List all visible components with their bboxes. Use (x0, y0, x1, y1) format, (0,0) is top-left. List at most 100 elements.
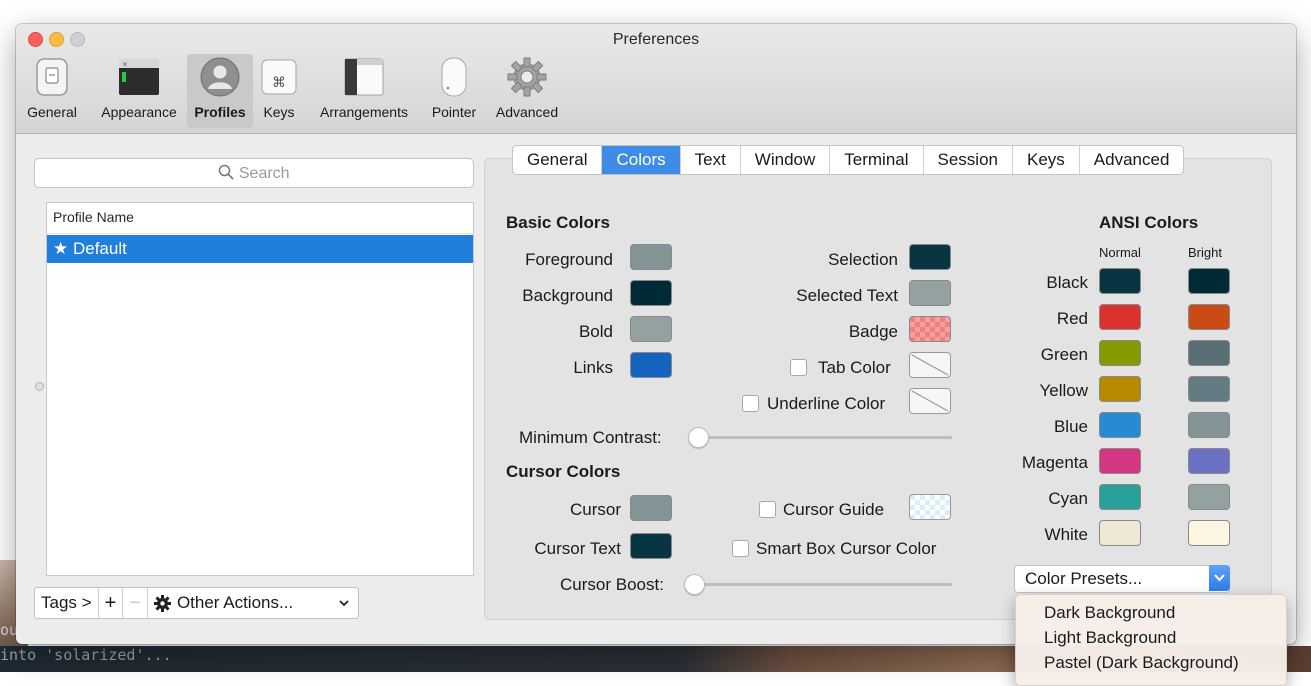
other-actions-menu[interactable]: Other Actions... (148, 588, 358, 618)
underline-color-label: Underline Color (767, 394, 886, 413)
toolbar-label: Keys (263, 104, 295, 120)
toolbar-arrangements[interactable]: Arrangements (309, 54, 419, 128)
ansi-normal-color-well[interactable] (1099, 268, 1141, 294)
tab-color-well-disabled[interactable] (909, 352, 951, 378)
selection-color-well[interactable] (909, 244, 951, 270)
ansi-bright-color-well[interactable] (1188, 376, 1230, 402)
toolbar-label: Profiles (194, 104, 246, 120)
ansi-bright-color-well[interactable] (1188, 304, 1230, 330)
smart-box-cursor-label: Smart Box Cursor Color (756, 539, 937, 558)
minimum-contrast-knob[interactable] (688, 427, 709, 448)
toolbar-label: Advanced (495, 104, 559, 120)
command-key-icon: ⌘ (256, 54, 302, 100)
ansi-normal-color-well[interactable] (1099, 520, 1141, 546)
links-color-well[interactable] (630, 352, 672, 378)
menu-item-dark-background[interactable]: Dark Background (1044, 603, 1175, 623)
color-presets-menu: Dark Background Light Background Pastel … (1015, 594, 1287, 686)
column-header-profile-name[interactable]: Profile Name (53, 209, 134, 225)
ansi-normal-color-well[interactable] (1099, 340, 1141, 366)
toolbar-general[interactable]: General (18, 54, 86, 128)
cursor-guide-checkbox[interactable] (759, 501, 776, 518)
minimum-contrast-slider[interactable] (692, 436, 952, 439)
ansi-row-label: White (1044, 525, 1088, 544)
cursor-text-label: Cursor Text (534, 539, 621, 558)
tab-advanced[interactable]: Advanced (1080, 146, 1184, 174)
ansi-row-label: Red (1056, 309, 1088, 328)
tab-terminal[interactable]: Terminal (830, 146, 924, 174)
ansi-row-label: Black (1046, 273, 1088, 292)
header-divider (47, 233, 473, 234)
ansi-bright-color-well[interactable] (1188, 448, 1230, 474)
cursor-boost-knob[interactable] (684, 574, 705, 595)
selected-text-color-well[interactable] (909, 280, 951, 306)
tab-session[interactable]: Session (924, 146, 1013, 174)
cursor-label: Cursor (569, 500, 621, 519)
selected-text-label: Selected Text (796, 286, 898, 305)
remove-profile-button[interactable]: − (123, 588, 148, 618)
profile-tabs: General Colors Text Window Terminal Sess… (512, 145, 1185, 175)
background-color-well[interactable] (630, 280, 672, 306)
toolbar-label: General (27, 104, 77, 120)
ansi-bright-color-well[interactable] (1188, 520, 1230, 546)
chevron-down-icon (338, 595, 350, 615)
toolbar-profiles[interactable]: Profiles (187, 54, 253, 128)
chevron-down-icon (1209, 565, 1230, 591)
ansi-bright-color-well[interactable] (1188, 268, 1230, 294)
menu-item-light-background[interactable]: Light Background (1044, 628, 1176, 648)
ansi-bright-color-well[interactable] (1188, 412, 1230, 438)
tab-keys[interactable]: Keys (1013, 146, 1080, 174)
add-profile-button[interactable]: + (99, 588, 124, 618)
foreground-label: Foreground (525, 250, 613, 269)
menu-item-pastel-dark-background[interactable]: Pastel (Dark Background) (1044, 653, 1239, 673)
underline-color-well-disabled[interactable] (909, 388, 951, 414)
tab-general[interactable]: General (513, 146, 603, 174)
arrangements-window-icon (341, 54, 387, 100)
tab-color-checkbox[interactable] (790, 359, 807, 376)
ansi-row-label: Magenta (1021, 453, 1088, 472)
ansi-normal-color-well[interactable] (1099, 448, 1141, 474)
cursor-colors-heading: Cursor Colors (506, 462, 621, 481)
search-placeholder-text: Search (238, 165, 290, 182)
minimum-contrast-label: Minimum Contrast: (519, 428, 662, 447)
ansi-normal-color-well[interactable] (1099, 376, 1141, 402)
cursor-guide-color-well[interactable] (909, 494, 951, 520)
tab-window[interactable]: Window (741, 146, 831, 174)
ansi-bright-color-well[interactable] (1188, 484, 1230, 510)
toolbar-label: Appearance (101, 104, 177, 120)
ansi-normal-color-well[interactable] (1099, 304, 1141, 330)
bold-color-well[interactable] (630, 316, 672, 342)
tags-button[interactable]: Tags > (35, 588, 99, 618)
ansi-row-label: Green (1040, 345, 1088, 364)
cursor-text-color-well[interactable] (630, 533, 672, 559)
title-bar: Preferences General × Appearance Profile… (16, 24, 1296, 134)
tab-color-label: Tab Color (818, 358, 891, 377)
tab-colors[interactable]: Colors (602, 146, 681, 174)
tab-text[interactable]: Text (681, 146, 741, 174)
toolbar-keys[interactable]: ⌘ Keys (258, 54, 300, 128)
badge-color-well[interactable] (909, 316, 951, 342)
cursor-color-well[interactable] (630, 495, 672, 521)
ansi-normal-color-well[interactable] (1099, 484, 1141, 510)
normal-column-label: Normal (1099, 245, 1141, 260)
split-handle[interactable] (35, 382, 44, 391)
toolbar-label: Pointer (431, 104, 477, 120)
toolbar-appearance[interactable]: × Appearance (93, 54, 185, 128)
toolbar-pointer[interactable]: Pointer (423, 54, 485, 128)
color-presets-dropdown[interactable]: Color Presets... (1014, 565, 1230, 593)
cursor-boost-slider[interactable] (688, 583, 952, 586)
gear-icon (153, 594, 171, 612)
ansi-normal-color-well[interactable] (1099, 412, 1141, 438)
toolbar-advanced[interactable]: Advanced (489, 54, 565, 128)
ansi-row-label: Cyan (1048, 489, 1088, 508)
smart-box-cursor-checkbox[interactable] (732, 540, 749, 557)
background-label: Background (522, 286, 613, 305)
list-item[interactable]: ★ Default (47, 235, 473, 263)
search-placeholder: Search (35, 164, 473, 185)
search-input[interactable]: Search (34, 158, 474, 188)
badge-label: Badge (848, 322, 898, 341)
mouse-icon (431, 54, 477, 100)
foreground-color-well[interactable] (630, 244, 672, 270)
underline-color-checkbox[interactable] (742, 395, 759, 412)
ansi-bright-color-well[interactable] (1188, 340, 1230, 366)
profiles-user-icon (197, 54, 243, 100)
